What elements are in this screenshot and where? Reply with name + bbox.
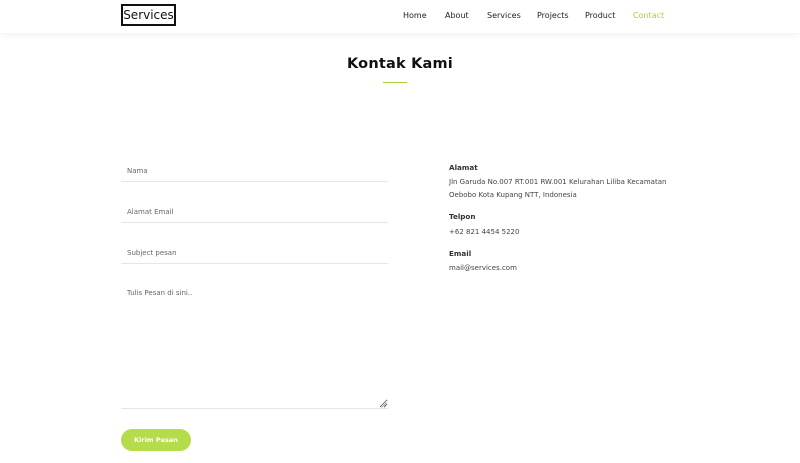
email-input[interactable] — [121, 201, 388, 223]
title-underline — [383, 82, 407, 83]
page-title: Kontak Kami — [347, 56, 453, 72]
site-header: Services Home About Services Projects Pr… — [0, 0, 800, 33]
nav-projects[interactable]: Projects — [537, 11, 569, 20]
nav-about[interactable]: About — [445, 11, 469, 20]
phone-number: +62 821 4454 5220 — [449, 228, 520, 236]
address-line-2: Oebobo Kota Kupang NTT, Indonesia — [449, 191, 577, 199]
nav-product[interactable]: Product — [585, 11, 615, 20]
email-address[interactable]: mail@services.com — [449, 262, 679, 275]
address-line-1: Jln Garuda No.007 RT.001 RW.001 Keluraha… — [449, 178, 667, 186]
nav-contact[interactable]: Contact — [633, 11, 664, 20]
message-textarea[interactable] — [121, 283, 388, 409]
site-logo[interactable]: Services — [121, 4, 176, 26]
nav-home[interactable]: Home — [403, 11, 427, 20]
email-label: Email — [449, 249, 472, 258]
submit-button[interactable]: Kirim Pesan — [121, 429, 191, 451]
subject-input[interactable] — [121, 242, 388, 264]
name-input[interactable] — [121, 160, 388, 182]
address-label: Alamat — [449, 163, 478, 172]
nav-services[interactable]: Services — [487, 11, 521, 20]
phone-label: Telpon — [449, 212, 476, 221]
